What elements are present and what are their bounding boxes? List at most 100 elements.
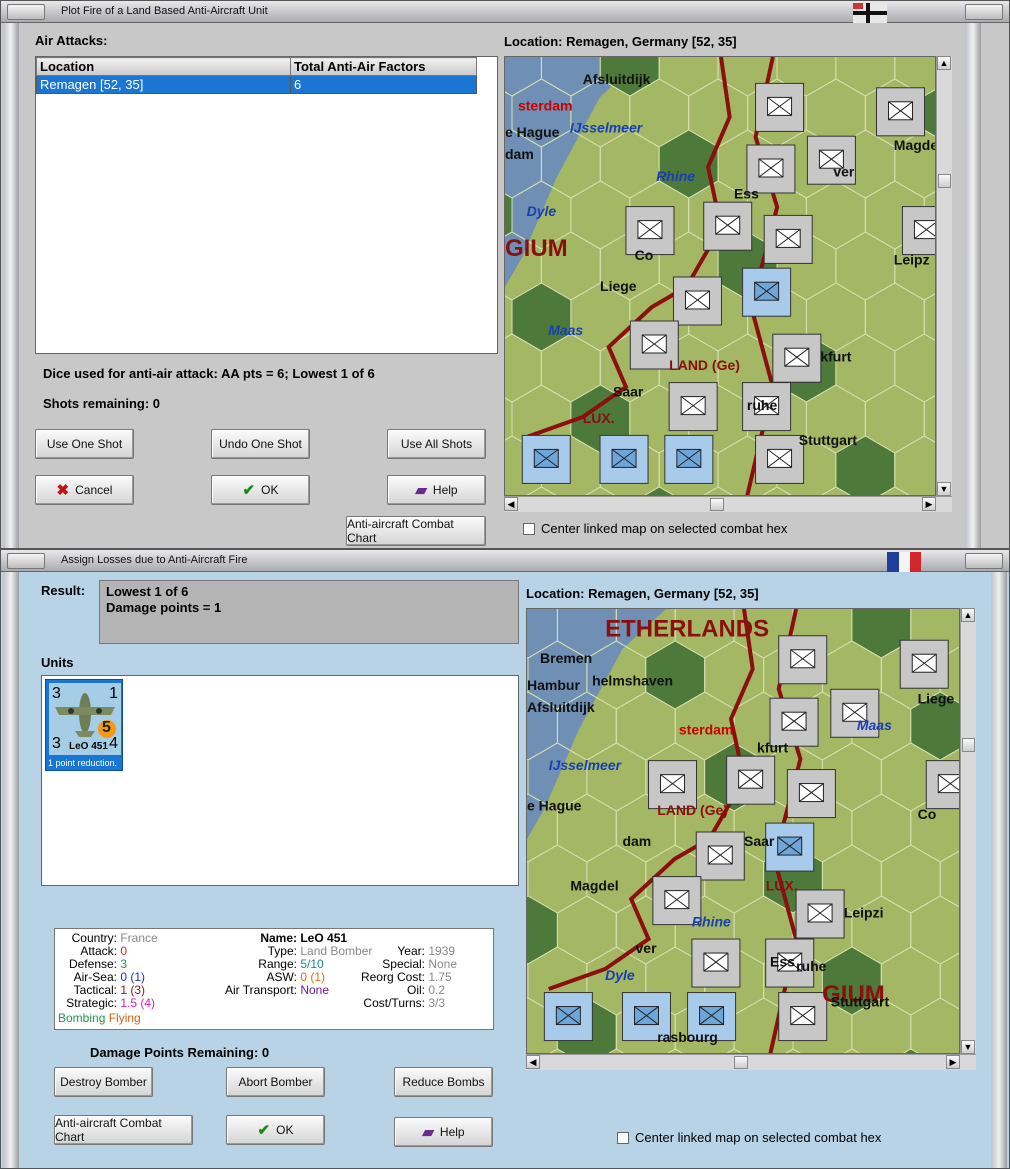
map-canvas-2[interactable]: ETHERLANDS Bremenhelmshaven Hambur Afsluitd… (527, 609, 960, 1054)
map-label: ruhe (796, 958, 827, 974)
map-horizontal-scrollbar[interactable]: ◀ ▶ (504, 496, 952, 512)
unit-counter[interactable] (778, 992, 828, 1042)
scroll-up-arrow[interactable]: ▲ (937, 56, 951, 70)
window-titlebar[interactable]: Plot Fire of a Land Based Anti-Aircraft … (1, 1, 1009, 23)
scroll-thumb-h[interactable] (710, 498, 724, 511)
help-button[interactable]: ▰ Help (387, 475, 486, 505)
unit-counter[interactable] (786, 769, 836, 819)
map-label: kfurt (757, 739, 788, 755)
unit-counter[interactable] (726, 755, 776, 805)
scroll-left-arrow[interactable]: ◀ (504, 497, 518, 511)
unit-counter-leo451[interactable]: 3 1 5 3 LeO 451 4 1 point reduction. (45, 679, 123, 771)
units-list[interactable]: 3 1 5 3 LeO 451 4 1 point reduction. (41, 675, 519, 886)
unit-counter[interactable] (703, 201, 753, 251)
unit-counter[interactable] (876, 87, 926, 137)
flying-status: Flying (108, 1011, 141, 1025)
scroll-right-arrow-2[interactable]: ▶ (946, 1055, 960, 1069)
map2-horizontal-scrollbar[interactable]: ◀ ▶ (526, 1054, 976, 1070)
unit-counter[interactable] (691, 938, 741, 988)
scroll-down-arrow-2[interactable]: ▼ (961, 1040, 975, 1054)
ok-button-2[interactable]: ✔ OK (226, 1115, 325, 1145)
unit-counter[interactable] (543, 992, 593, 1042)
left-frame (3, 23, 19, 548)
checkbox-box-2[interactable] (617, 1131, 629, 1144)
map-label: IJsselmeer (570, 120, 644, 136)
help-book-icon-2: ▰ (422, 1124, 434, 1141)
unit-counter[interactable] (695, 831, 745, 881)
unit-counter[interactable] (901, 206, 936, 256)
scroll-right-arrow[interactable]: ▶ (922, 497, 936, 511)
unit-counter[interactable] (795, 889, 845, 939)
aa-combat-chart-button-2[interactable]: Anti-aircraft Combat Chart (54, 1115, 193, 1145)
unit-counter[interactable] (772, 333, 822, 383)
scroll-left-arrow-2[interactable]: ◀ (526, 1055, 540, 1069)
map-label: Leipzi (844, 904, 884, 920)
cancel-button[interactable]: ✖ Cancel (35, 475, 134, 505)
center-linked-checkbox-2[interactable]: Center linked map on selected combat hex (617, 1130, 881, 1145)
help-book-icon: ▰ (415, 482, 427, 499)
unit-counter[interactable] (755, 82, 805, 132)
unit-counter[interactable] (778, 635, 828, 685)
unit-counter[interactable] (599, 434, 649, 484)
unit-attack: 3 (52, 685, 61, 702)
linked-map[interactable]: Afsluitdijk sterdam IJsselmeer e Hague dam Rh… (504, 56, 936, 496)
checkmark-icon: ✔ (242, 482, 256, 499)
window-titlebar-2[interactable]: Assign Losses due to Anti-Aircraft Fire (1, 550, 1009, 572)
map-label: Bremen (540, 650, 592, 666)
map-label: e Hague (527, 797, 582, 813)
use-one-shot-button[interactable]: Use One Shot (35, 429, 134, 459)
airsea-value: 0 (1) (120, 970, 146, 984)
reduce-bombs-button[interactable]: Reduce Bombs (394, 1067, 493, 1097)
center-linked-checkbox[interactable]: Center linked map on selected combat hex (523, 521, 787, 536)
undo-one-shot-button[interactable]: Undo One Shot (211, 429, 310, 459)
unit-counter[interactable] (521, 434, 571, 484)
map-label: Hambur (527, 677, 580, 693)
air-attacks-table[interactable]: Location Total Anti-Air Factors Remagen … (35, 56, 498, 354)
map-label: Dyle (527, 203, 557, 219)
scroll-up-arrow-2[interactable]: ▲ (961, 608, 975, 622)
german-flag-icon (853, 3, 887, 23)
map-label: Liege (600, 278, 637, 294)
map-label: kfurt (820, 348, 851, 364)
unit-counter[interactable] (742, 267, 792, 317)
system-menu-button-2[interactable] (7, 553, 45, 569)
unit-counter[interactable] (925, 760, 960, 810)
linked-map-2[interactable]: ETHERLANDS Bremen helmshaven Hambur Afsluitd… (526, 608, 960, 1054)
map-label: dam (505, 146, 534, 162)
map2-vertical-scrollbar[interactable]: ▲ ▼ (960, 608, 976, 1054)
ok-button[interactable]: ✔ OK (211, 475, 310, 505)
scroll-thumb-2[interactable] (962, 738, 975, 752)
map-label: ver (636, 940, 658, 956)
system-menu-button[interactable] (7, 4, 45, 20)
column-header-location[interactable]: Location (36, 57, 291, 76)
help-button-2[interactable]: ▰ Help (394, 1117, 493, 1147)
close-window-button-2[interactable] (965, 553, 1003, 569)
map-label: Stuttgart (799, 432, 858, 448)
center-linked-label: Center linked map on selected combat hex (541, 521, 788, 536)
unit-counter[interactable] (664, 434, 714, 484)
unit-counter[interactable] (668, 382, 718, 432)
checkbox-box[interactable] (523, 522, 535, 535)
strategic-value: 1.5 (4) (120, 996, 156, 1010)
scroll-thumb-h-2[interactable] (734, 1056, 748, 1069)
unit-counter[interactable] (755, 434, 805, 484)
destroy-bomber-button[interactable]: Destroy Bomber (54, 1067, 153, 1097)
close-window-button[interactable] (965, 4, 1003, 20)
table-row[interactable]: Remagen [52, 35] 6 (36, 75, 497, 94)
air-transport-key: Air Transport: (224, 983, 297, 997)
map-canvas[interactable]: Afsluitdijk sterdam IJsselmeer e Hague dam Rh… (505, 57, 936, 496)
abort-bomber-button[interactable]: Abort Bomber (226, 1067, 325, 1097)
cancel-x-icon: ✖ (56, 482, 70, 499)
bombing-status: Bombing (58, 1011, 106, 1025)
map-vertical-scrollbar[interactable]: ▲ ▼ (936, 56, 952, 496)
use-all-shots-button[interactable]: Use All Shots (387, 429, 486, 459)
column-header-aa-factors[interactable]: Total Anti-Air Factors (290, 57, 477, 76)
unit-counter[interactable] (763, 214, 813, 264)
scroll-thumb[interactable] (938, 174, 951, 188)
french-flag-icon (887, 552, 921, 572)
unit-counter[interactable] (899, 639, 949, 689)
map-label: LAND (Ge) (657, 802, 728, 818)
unit-counter[interactable] (672, 276, 722, 326)
scroll-down-arrow[interactable]: ▼ (937, 482, 951, 496)
aa-combat-chart-button[interactable]: Anti-aircraft Combat Chart (346, 516, 486, 546)
